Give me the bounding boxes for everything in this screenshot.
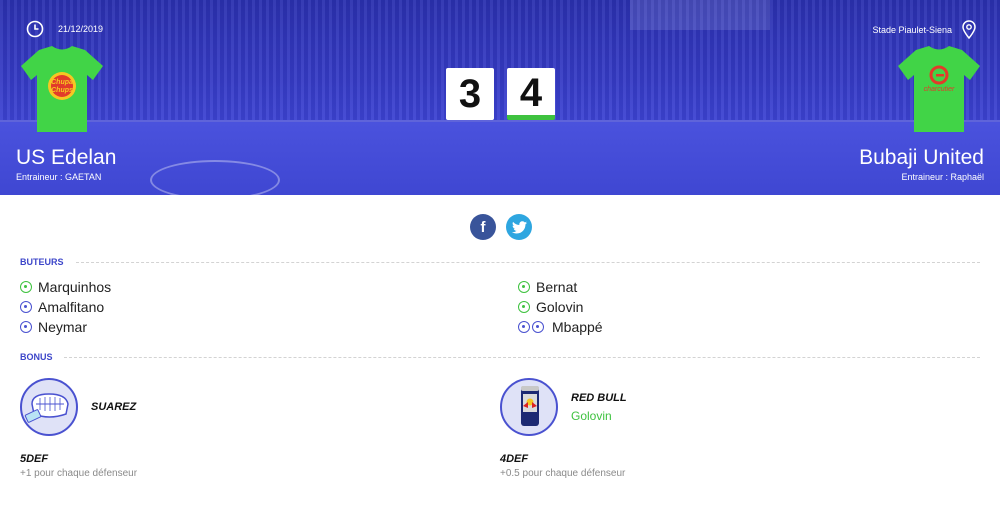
match-header: 21/12/2019 Stade Piaulet-Siena Chupa Chu… bbox=[0, 0, 1000, 195]
share-buttons: f bbox=[470, 214, 532, 240]
away-team-name: Bubaji United bbox=[859, 146, 984, 169]
away-bonus-badge bbox=[500, 378, 558, 436]
date-text: 21/12/2019 bbox=[58, 24, 104, 34]
away-scorer-3: Mbappé bbox=[518, 319, 603, 335]
clock-icon bbox=[26, 20, 44, 38]
location-pin-icon bbox=[962, 20, 976, 39]
scorers-divider bbox=[76, 262, 980, 263]
scorer-name: Amalfitano bbox=[38, 299, 105, 315]
energy-drink-icon bbox=[521, 386, 539, 426]
home-scorer-1: Marquinhos bbox=[20, 279, 111, 295]
home-bonus-badge bbox=[20, 378, 78, 436]
away-bonus-name: RED BULL bbox=[571, 392, 627, 404]
stadium-stands bbox=[0, 0, 1000, 120]
home-jersey-icon: Chupa Chups bbox=[21, 46, 103, 132]
svg-text:Chups: Chups bbox=[51, 87, 73, 94]
home-scorer-2: Amalfitano bbox=[20, 299, 104, 315]
facebook-share-button[interactable]: f bbox=[470, 214, 496, 240]
goal-ball-icon bbox=[518, 301, 530, 313]
svg-text:charcutier: charcutier bbox=[924, 86, 955, 93]
home-scorer-3: Neymar bbox=[20, 319, 87, 335]
away-jersey-icon: charcutier bbox=[898, 46, 980, 132]
home-bonus-name: SUAREZ bbox=[91, 401, 137, 413]
svg-text:Chupa: Chupa bbox=[51, 79, 73, 86]
home-team-name: US Edelan bbox=[16, 146, 117, 169]
away-coach: Entraineur : Raphaël bbox=[901, 172, 984, 182]
scorer-name: Neymar bbox=[38, 319, 88, 335]
pitch bbox=[0, 122, 1000, 195]
bonus-section-title: BONUS bbox=[20, 352, 53, 362]
away-scorer-2: Golovin bbox=[518, 299, 583, 315]
away-scorer-1: Bernat bbox=[518, 279, 577, 295]
away-bonus-player[interactable]: Golovin bbox=[571, 409, 612, 423]
stadium-building bbox=[630, 0, 770, 30]
scorer-name: Golovin bbox=[536, 299, 584, 315]
away-bonus-description: +0.5 pour chaque défenseur bbox=[500, 468, 626, 479]
home-score: 3 bbox=[446, 68, 494, 120]
home-coach: Entraineur : GAETAN bbox=[16, 172, 102, 182]
match-date: 21/12/2019 bbox=[26, 20, 103, 38]
scorer-name: Mbappé bbox=[552, 319, 603, 335]
bonus-divider bbox=[64, 357, 980, 358]
twitter-share-button[interactable] bbox=[506, 214, 532, 240]
goal-ball-icon bbox=[518, 321, 530, 333]
goal-ball-icon bbox=[532, 321, 544, 333]
scorers-section-title: BUTEURS bbox=[20, 257, 64, 267]
facebook-icon: f bbox=[480, 218, 486, 236]
goal-ball-icon bbox=[20, 281, 32, 293]
pitch-marking bbox=[150, 160, 280, 195]
home-bonus-description: +1 pour chaque défenseur bbox=[20, 468, 138, 479]
match-location: Stade Piaulet-Siena bbox=[872, 20, 976, 39]
home-bonus-code: 5DEF bbox=[20, 453, 49, 465]
goal-ball-icon bbox=[20, 301, 32, 313]
teeth-icon bbox=[24, 393, 69, 423]
away-score: 4 bbox=[507, 68, 555, 120]
scorer-name: Marquinhos bbox=[38, 279, 112, 295]
twitter-icon bbox=[511, 220, 527, 233]
stadium-name: Stade Piaulet-Siena bbox=[872, 24, 952, 35]
away-bonus-code: 4DEF bbox=[500, 453, 529, 465]
goal-ball-icon bbox=[20, 321, 32, 333]
goal-ball-icon bbox=[518, 281, 530, 293]
scorer-name: Bernat bbox=[536, 279, 578, 295]
